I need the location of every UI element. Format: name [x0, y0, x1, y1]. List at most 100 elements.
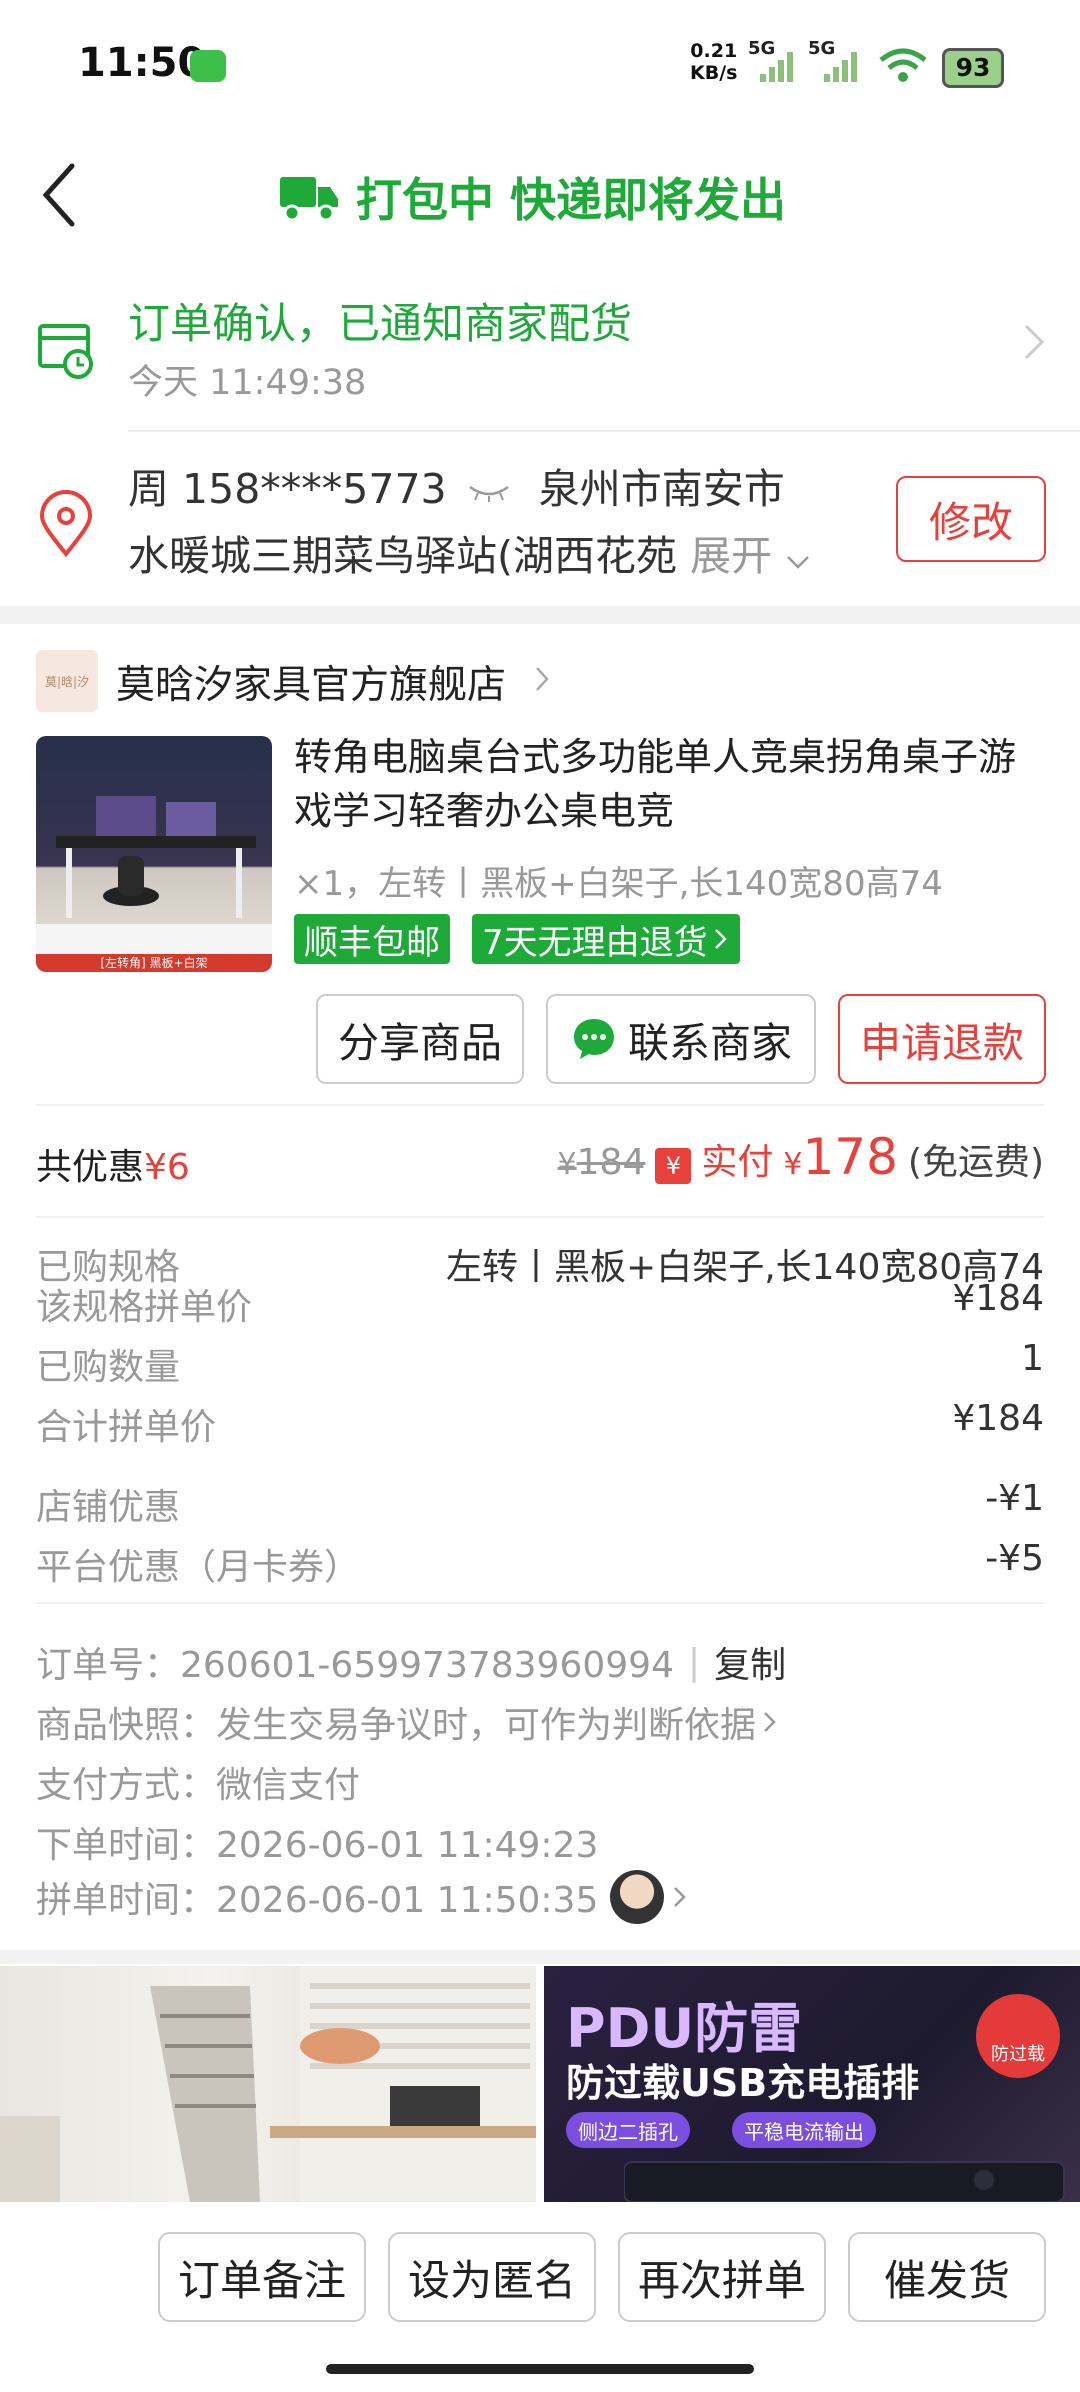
network-speed-value: 0.21	[690, 40, 738, 62]
chevron-down-icon[interactable]	[785, 554, 811, 570]
tag-free-shipping: 顺丰包邮	[294, 914, 450, 964]
paid-label: 实付	[701, 1142, 774, 1183]
address-detail: 水暖城三期菜鸟驿站(湖西花苑	[128, 532, 677, 580]
reorder-button[interactable]: 再次拼单	[618, 2232, 826, 2322]
urge-shipping-button[interactable]: 催发货	[848, 2232, 1046, 2322]
section-gap	[0, 606, 1080, 624]
address-line-1: 周 158****5773 泉州市南安市	[128, 455, 785, 515]
store-name[interactable]: 莫晗汐家具官方旗舰店	[116, 654, 506, 710]
detail-value-quantity: 1	[1021, 1338, 1044, 1379]
ad2-chip-1: 侧边二插孔	[566, 2112, 690, 2148]
detail-label-total: 合计拼单价	[36, 1407, 217, 1448]
section-gap	[0, 1950, 1080, 1964]
ad2-subtitle: 防过载USB充电插排	[566, 2061, 920, 2105]
order-clock-icon	[38, 324, 93, 379]
ad2-badge: 防过载	[976, 1994, 1060, 2078]
payment-method: 支付方式：微信支付	[36, 1765, 361, 1806]
order-number-row: 订单号：260601-659973783960994 | 复制	[36, 1636, 786, 1688]
original-price: ¥184	[557, 1142, 646, 1183]
total-discount-value: ¥6	[144, 1147, 190, 1188]
paid-amount-value: 178	[802, 1128, 898, 1186]
ad-office-chair[interactable]	[0, 1966, 536, 2202]
status-time: 11:50	[78, 40, 206, 86]
chevron-right-icon	[674, 1887, 687, 1907]
battery-indicator: 93	[942, 48, 1004, 88]
chat-bubble-icon	[574, 1019, 614, 1059]
divider	[128, 430, 1080, 432]
chevron-right-icon	[764, 1712, 776, 1732]
page-title: 打包中 快递即将发出	[278, 162, 838, 232]
paid-amount: ¥178	[783, 1128, 898, 1186]
page-title-text: 打包中 快递即将发出	[356, 173, 787, 227]
ad-office-scene-illustration	[0, 1966, 536, 2202]
order-status-time: 今天 11:49:38	[128, 363, 367, 403]
total-discount: 共优惠¥6	[36, 1138, 190, 1190]
product-title[interactable]: 转角电脑桌台式多功能单人竞桌拐角桌子游戏学习轻奢办公桌电竞	[294, 730, 1044, 838]
wifi-icon	[879, 48, 927, 82]
back-arrow-icon[interactable]	[38, 160, 98, 230]
tag-return-policy-text: 7天无理由退货	[482, 922, 708, 963]
network-speed: 0.21 KB/s	[690, 40, 737, 84]
modify-address-button[interactable]: 修改	[896, 476, 1046, 562]
chevron-right-icon	[714, 929, 727, 949]
order-time: 下单时间：2026-06-01 11:49:23	[36, 1825, 599, 1866]
signal-icon-2	[824, 52, 857, 82]
recipient-city: 泉州市南安市	[538, 465, 785, 513]
free-shipping-note: (免运费)	[907, 1142, 1044, 1183]
copy-order-button[interactable]: 复制	[714, 1636, 786, 1688]
recipient-name-phone: 周 158****5773	[128, 465, 447, 513]
hide-eye-icon[interactable]	[466, 481, 512, 503]
order-status-text: 订单确认，已通知商家配货	[128, 299, 633, 348]
ad-power-strip[interactable]: PDU防雷 防过载USB充电插排 侧边二插孔 平稳电流输出 防过载	[544, 1966, 1080, 2202]
group-time-row[interactable]: 拼单时间：2026-06-01 11:50:35	[36, 1870, 688, 1924]
status-bar: 11:50 0.21 KB/s 5G 5G 93	[0, 0, 1080, 130]
detail-value-store-discount: -¥1	[985, 1478, 1044, 1519]
detail-value-platform-discount: -¥5	[985, 1538, 1044, 1579]
group-time: 拼单时间：2026-06-01 11:50:35	[36, 1880, 599, 1921]
store-logo[interactable]: 莫|晗|汐	[36, 650, 98, 712]
contact-seller-button[interactable]: 联系商家	[546, 994, 816, 1084]
product-image[interactable]: [左转角] 黑板+白架	[36, 736, 272, 972]
contact-seller-label: 联系商家	[628, 1019, 792, 1067]
snapshot-text: 商品快照：发生交易争议时，可作为判断依据	[36, 1705, 757, 1746]
product-image-caption: [左转角] 黑板+白架	[100, 956, 208, 970]
detail-label-unit-price: 该规格拼单价	[36, 1287, 253, 1328]
set-anonymous-button[interactable]: 设为匿名	[388, 2232, 596, 2322]
separator: |	[687, 1641, 701, 1683]
detail-value-total: ¥184	[952, 1398, 1044, 1439]
divider	[36, 1602, 1044, 1604]
delivery-truck-icon	[280, 177, 338, 221]
signal-icon	[760, 52, 793, 82]
refund-button[interactable]: 申请退款	[838, 994, 1046, 1084]
home-indicator[interactable]	[326, 2364, 754, 2374]
paid-badge-icon: ¥	[655, 1148, 692, 1184]
address-expand[interactable]: 展开	[690, 532, 772, 580]
original-price-value: 184	[576, 1142, 646, 1183]
detail-label-quantity: 已购数量	[36, 1347, 181, 1388]
snapshot-row[interactable]: 商品快照：发生交易争议时，可作为判断依据	[36, 1696, 778, 1748]
order-status-row[interactable]: 订单确认，已通知商家配货 今天 11:49:38	[0, 270, 1080, 430]
location-pin-icon	[39, 490, 93, 558]
address-line-2: 水暖城三期菜鸟驿站(湖西花苑 展开	[128, 522, 811, 582]
product-spec: ×1，左转丨黑板+白架子,长140宽80高74	[294, 864, 943, 904]
detail-label-store-discount: 店铺优惠	[36, 1487, 181, 1528]
tag-return-policy[interactable]: 7天无理由退货	[472, 914, 740, 964]
network-speed-unit: KB/s	[690, 62, 738, 84]
total-discount-label: 共优惠	[36, 1147, 145, 1188]
product-desk-illustration	[36, 796, 272, 972]
detail-value-unit-price: ¥184	[952, 1278, 1044, 1319]
divider	[36, 1104, 1044, 1106]
detail-label-platform-discount: 平台优惠（月卡券）	[36, 1547, 361, 1588]
avatar	[610, 1870, 665, 1924]
chevron-right-icon	[1024, 324, 1045, 360]
divider	[36, 1216, 1044, 1218]
order-number: 订单号：260601-659973783960994	[36, 1645, 674, 1686]
power-strip-illustration	[624, 2161, 1065, 2202]
ad2-chip-2: 平稳电流输出	[732, 2112, 876, 2148]
price-summary: ¥184 ¥ 实付 ¥178 (免运费)	[558, 1128, 1044, 1186]
share-product-button[interactable]: 分享商品	[316, 994, 524, 1084]
paid-currency: ¥	[783, 1147, 803, 1182]
order-note-button[interactable]: 订单备注	[158, 2232, 366, 2322]
wechat-notification-icon	[190, 50, 226, 82]
store-chevron-right-icon[interactable]	[534, 664, 550, 694]
